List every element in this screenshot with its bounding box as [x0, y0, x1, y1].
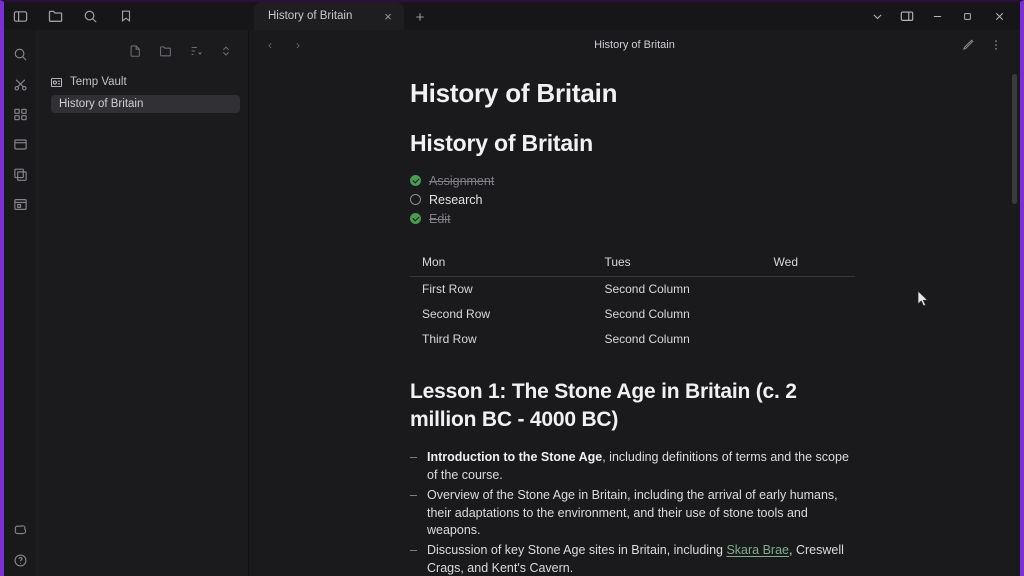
task-item-edit[interactable]: Edit: [410, 209, 855, 228]
task-list: Assignment Research Edit: [410, 171, 855, 228]
checkbox-unchecked-icon[interactable]: [410, 194, 421, 206]
table-cell: [762, 277, 855, 303]
table-row: First Row Second Column: [410, 277, 855, 303]
task-item-research[interactable]: Research: [410, 190, 855, 209]
new-tab-button[interactable]: +: [408, 4, 432, 30]
question-circle-icon[interactable]: [6, 546, 34, 575]
close-icon[interactable]: [982, 2, 1016, 30]
task-label: Assignment: [429, 173, 495, 188]
vault-icon: [49, 75, 63, 89]
table-row: Third Row Second Column: [410, 327, 855, 352]
bullet-text: Overview of the Stone Age in Britain, in…: [427, 487, 838, 538]
lesson-heading: Lesson 1: The Stone Age in Britain (c. 2…: [410, 380, 797, 432]
more-options-icon[interactable]: [986, 35, 1006, 55]
bullet-text-pre: Discussion of key Stone Age sites in Bri…: [427, 543, 727, 558]
explorer-tree: Temp Vault History of Britain: [37, 66, 248, 113]
edit-pencil-icon[interactable]: [958, 35, 978, 55]
right-sidebar-toggle-icon[interactable]: [892, 2, 922, 30]
sort-icon[interactable]: [188, 43, 204, 59]
checkbox-checked-icon[interactable]: [410, 213, 421, 225]
archive-icon[interactable]: [6, 190, 34, 219]
table-header-cell: Mon: [410, 250, 593, 278]
scrollbar-thumb[interactable]: [1012, 74, 1017, 204]
tab-history-of-britain[interactable]: History of Britain ×: [254, 2, 404, 30]
obsidian-window: History of Britain × + Temp Vault Histor…: [0, 0, 1024, 576]
table-header-row: Mon Tues Wed: [410, 250, 855, 278]
blocks-icon[interactable]: [6, 100, 34, 129]
task-item-assignment[interactable]: Assignment: [410, 171, 855, 190]
table-header-cell: Tues: [592, 250, 762, 278]
search-icon[interactable]: [82, 8, 99, 25]
new-note-icon[interactable]: [128, 43, 144, 59]
editor-pane: ‹ › History of Britain History of Britai…: [249, 30, 1020, 576]
page-title: History of Britain: [410, 78, 618, 108]
view-title: History of Britain: [594, 39, 675, 51]
explorer-toolbar: [37, 36, 248, 66]
window-controls: [862, 2, 1020, 30]
table-row: Second Row Second Column: [410, 302, 855, 327]
scissors-icon[interactable]: [6, 70, 34, 99]
back-arrow-icon[interactable]: ‹: [259, 34, 281, 56]
view-header: ‹ › History of Britain: [249, 30, 1020, 60]
lesson-bullet-list: Introduction to the Stone Age, including…: [410, 449, 855, 576]
document-content: History of Britain History of Britain As…: [249, 60, 1020, 576]
table-cell: First Row: [422, 282, 473, 297]
bullet-bold-lead: Introduction to the Stone Age: [427, 450, 603, 465]
tab-strip: History of Britain × +: [242, 2, 862, 30]
vault-name: Temp Vault: [70, 76, 127, 88]
search-icon[interactable]: [6, 40, 34, 69]
table-cell: Second Row: [422, 307, 491, 322]
document-heading-2: History of Britain: [410, 129, 593, 156]
explorer-file-history-of-britain[interactable]: History of Britain: [51, 95, 240, 113]
collapse-icon[interactable]: [218, 43, 234, 59]
minimize-icon[interactable]: [922, 2, 952, 30]
close-icon[interactable]: ×: [378, 6, 398, 26]
table-cell: Second Column: [604, 282, 690, 297]
document-table: Mon Tues Wed First Row Second Column Sec…: [410, 250, 855, 352]
vault-folder-row[interactable]: Temp Vault: [45, 72, 240, 92]
left-ribbon: [4, 30, 37, 576]
navigation-arrows: ‹ ›: [259, 34, 309, 56]
sidebar-toggle-icon[interactable]: [12, 8, 29, 25]
task-label: Edit: [429, 211, 451, 226]
list-item: Discussion of key Stone Age sites in Bri…: [410, 542, 855, 576]
tab-label: History of Britain: [268, 10, 353, 22]
box-icon[interactable]: [6, 130, 34, 159]
bookmark-icon[interactable]: [117, 8, 134, 25]
table-cell: [762, 302, 855, 327]
titlebar-left-icons: [4, 2, 242, 30]
file-explorer: Temp Vault History of Britain: [37, 30, 249, 576]
table-header-cell: Wed: [761, 250, 855, 278]
title-bar: History of Britain × +: [4, 2, 1020, 30]
checkbox-checked-icon[interactable]: [410, 175, 421, 187]
task-label: Research: [429, 192, 483, 207]
view-actions: [958, 35, 1010, 55]
document-scroll-area[interactable]: History of Britain History of Britain As…: [249, 60, 1020, 576]
folder-icon[interactable]: [47, 8, 64, 25]
vertical-scrollbar[interactable]: [1011, 60, 1018, 576]
list-item: Introduction to the Stone Age, including…: [410, 449, 855, 485]
table-cell: Second Column: [604, 332, 690, 347]
help-brain-icon[interactable]: [6, 516, 34, 545]
workspace: Temp Vault History of Britain ‹ › Histor…: [4, 30, 1020, 576]
maximize-icon[interactable]: [952, 2, 982, 30]
list-item: Overview of the Stone Age in Britain, in…: [410, 487, 855, 540]
copy-stack-icon[interactable]: [6, 160, 34, 189]
link-skara-brae[interactable]: Skara Brae: [726, 543, 789, 557]
new-folder-icon[interactable]: [158, 43, 174, 59]
table-cell: Third Row: [422, 332, 477, 347]
table-cell: Second Column: [604, 307, 690, 322]
chevron-down-icon[interactable]: [862, 2, 892, 30]
forward-arrow-icon[interactable]: ›: [287, 34, 309, 56]
table-cell: [762, 327, 855, 352]
